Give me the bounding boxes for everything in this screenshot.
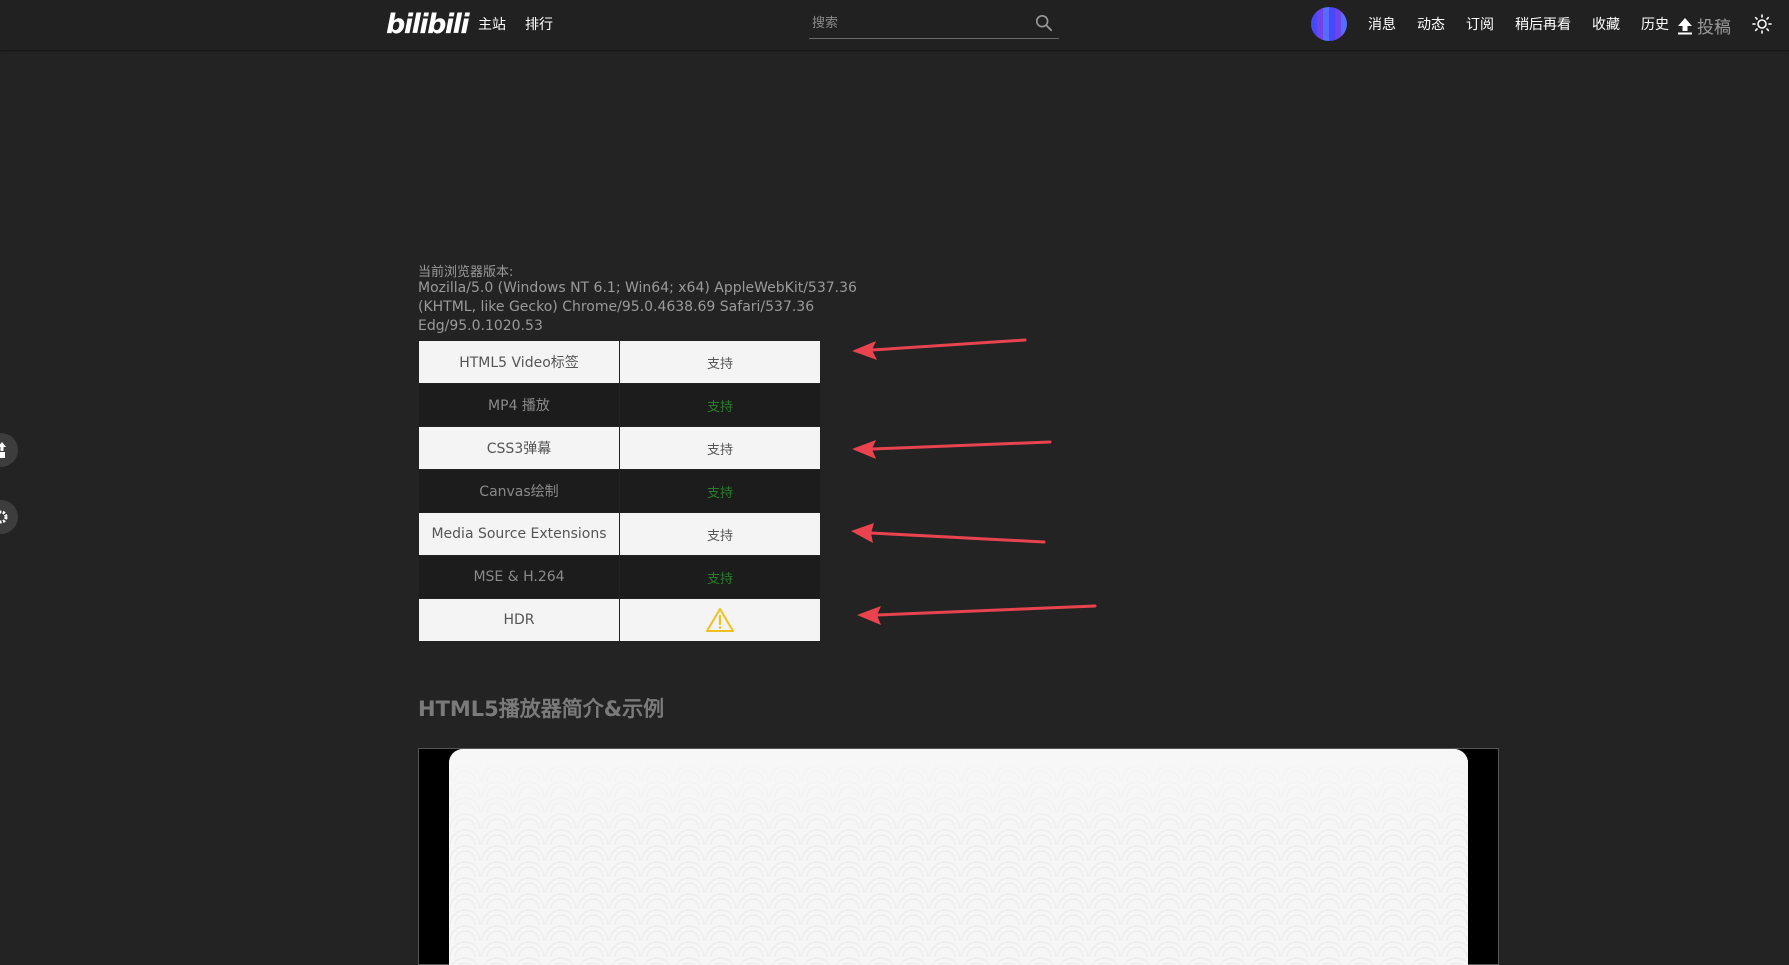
nav-item-subscriptions[interactable]: 订阅 [1466, 16, 1494, 34]
video-player-preview[interactable] [418, 748, 1499, 965]
nav-item-watch-later[interactable]: 稍后再看 [1515, 16, 1571, 34]
browser-user-agent: Mozilla/5.0 (Windows NT 6.1; Win64; x64)… [418, 280, 857, 334]
table-row: HTML5 Video标签 支持 [418, 340, 821, 384]
theme-toggle-sun-icon[interactable] [1752, 14, 1772, 34]
annotation-arrow [852, 440, 1052, 459]
gear-icon [0, 510, 8, 524]
search-icon[interactable] [1035, 14, 1053, 32]
nav-item-home[interactable]: 主站 [478, 16, 506, 34]
upload-button[interactable]: 投稿 [1677, 13, 1731, 38]
upload-label: 投稿 [1697, 18, 1731, 38]
nav-item-favorites[interactable]: 收藏 [1592, 16, 1620, 34]
table-row: Media Source Extensions 支持 [418, 512, 821, 556]
upload-arrow-icon [1678, 17, 1692, 34]
table-row: MSE & H.264 支持 [418, 555, 821, 599]
back-to-top-button[interactable] [0, 433, 18, 467]
feature-name: HDR [418, 598, 620, 642]
user-nav: 消息 动态 订阅 稍后再看 收藏 历史 [1368, 16, 1690, 34]
table-row: Canvas绘制 支持 [418, 469, 821, 513]
feature-name: CSS3弹幕 [418, 426, 620, 470]
bilibili-logo[interactable]: bilibili [386, 8, 470, 42]
table-row: MP4 播放 支持 [418, 383, 821, 427]
support-status: 支持 [619, 426, 821, 470]
support-status: 支持 [619, 383, 821, 427]
primary-nav: 主站 排行 [478, 16, 553, 34]
feature-support-table: HTML5 Video标签 支持 MP4 播放 支持 CSS3弹幕 支持 Can… [418, 340, 821, 642]
feature-name: Media Source Extensions [418, 512, 620, 556]
table-row: CSS3弹幕 支持 [418, 426, 821, 470]
feature-name: HTML5 Video标签 [418, 340, 620, 384]
nav-item-dynamics[interactable]: 动态 [1417, 16, 1445, 34]
support-status: 支持 [619, 340, 821, 384]
nav-item-ranking[interactable]: 排行 [525, 16, 553, 34]
nav-item-history[interactable]: 历史 [1641, 16, 1669, 34]
up-arrow-icon [0, 442, 6, 458]
feature-name: Canvas绘制 [418, 469, 620, 513]
support-status: 支持 [619, 555, 821, 599]
support-status: 支持 [619, 512, 821, 556]
browser-version-label: 当前浏览器版本: [418, 265, 514, 280]
annotation-arrow [851, 523, 1046, 544]
feature-name: MP4 播放 [418, 383, 620, 427]
table-row: HDR [418, 598, 821, 642]
settings-button[interactable] [0, 500, 18, 534]
top-navigation-bar: bilibili 主站 排行 消息 动态 订阅 稍后再看 收藏 历史 投稿 [0, 0, 1789, 50]
feature-name: MSE & H.264 [418, 555, 620, 599]
warning-icon [706, 608, 734, 632]
annotation-arrow [857, 604, 1097, 625]
annotation-arrow [852, 338, 1027, 360]
nav-item-messages[interactable]: 消息 [1368, 16, 1396, 34]
user-avatar[interactable] [1311, 7, 1347, 41]
player-background [449, 749, 1468, 965]
support-status-warning [619, 598, 821, 642]
search-bar [809, 10, 1059, 39]
section-title: HTML5播放器简介&示例 [418, 697, 665, 721]
search-input[interactable] [812, 13, 1022, 33]
support-status: 支持 [619, 469, 821, 513]
